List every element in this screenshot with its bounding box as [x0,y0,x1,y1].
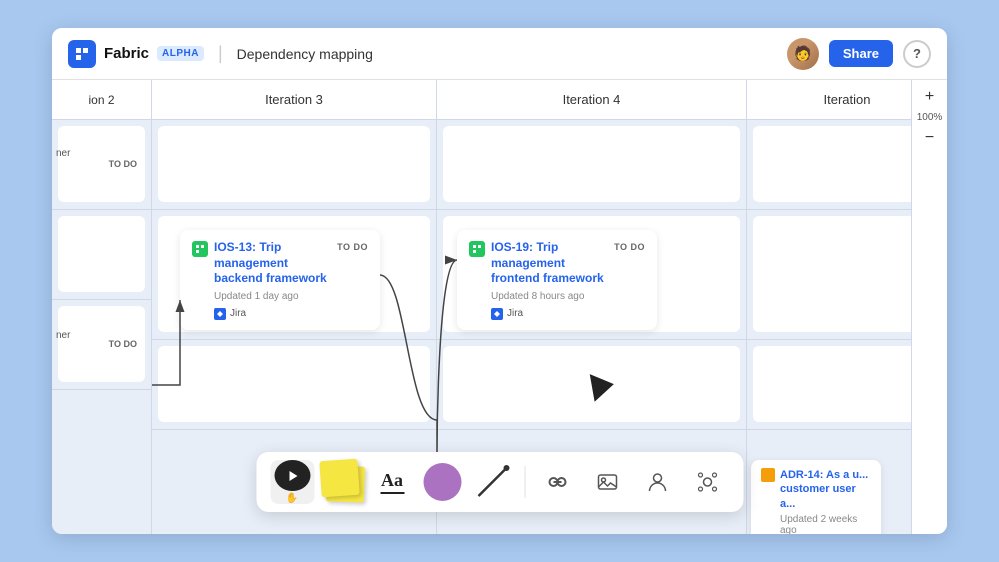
sticky-note-stack [320,460,364,504]
text-underline [380,492,404,494]
text-aa-label: Aa [381,470,403,491]
text-tool[interactable]: Aa [370,460,414,504]
navbar-left: Fabric ALPHA | Dependency mapping [68,40,787,68]
link-icon [546,471,568,493]
iter3-row3 [152,340,436,430]
iter2-body: TO DO TO DO ner ner [52,120,151,534]
canvas: ion 2 TO DO TO DO [52,80,947,534]
iter2-row1: TO DO [52,120,151,210]
toolbar: ✋ Aa [256,452,743,512]
avatar-image: 🧑 [787,38,819,70]
ios13-card-title: IOS-13: Trip management backend framewor… [214,240,331,287]
iter2-row-label1: ner [56,148,70,159]
iter2-badge1: TO DO [109,159,137,169]
more-icon [696,471,718,493]
iter3-cell3 [158,346,430,422]
iter2-badge2: TO DO [109,339,137,349]
ios19-card-badge: TO DO [614,242,645,252]
navbar-right: 🧑 Share ? [787,38,931,70]
iter2-cell2 [58,216,145,292]
iter2-cell3: TO DO [58,306,145,382]
jira-icon-ios19 [491,308,503,320]
sticky-note-tool[interactable] [320,460,364,504]
ios13-jira-label: Jira [230,308,246,319]
shape-tool[interactable] [420,460,464,504]
ios19-card-icon [469,241,485,257]
line-shape-icon [472,462,512,502]
jira-icon-ios13 [214,308,226,320]
iter4-cell1 [443,126,740,202]
iteration-col-2: ion 2 TO DO TO DO [52,80,152,534]
iter2-cell1: TO DO [58,126,145,202]
ios19-card-jira: Jira [491,308,645,320]
col-header-iter2: ion 2 [52,80,151,120]
col-header-iter3: Iteration 3 [152,80,436,120]
ios19-card-title: IOS-19: Trip management frontend framewo… [491,240,608,287]
adr14-card[interactable]: ADR-14: As a u... customer user a... Upd… [751,460,881,534]
ios19-card-header: IOS-19: Trip management frontend framewo… [469,240,645,287]
circle-shape-icon [423,463,461,501]
adr14-icon [761,468,775,482]
ios19-card-updated: Updated 8 hours ago [491,291,645,302]
link-tool[interactable] [535,460,579,504]
help-button[interactable]: ? [903,40,931,68]
iter3-label: Iteration 3 [265,92,323,107]
iter5-label: Iteration [824,92,871,107]
ios19-jira-label: Jira [507,308,523,319]
col-header-iter4: Iteration 4 [437,80,746,120]
hand-icon: ✋ [286,493,298,504]
line-tool[interactable] [470,460,514,504]
adr14-card-header: ADR-14: As a u... customer user a... [761,468,871,511]
zoom-minus-button[interactable]: − [925,129,934,147]
iter4-row1 [437,120,746,210]
navbar: Fabric ALPHA | Dependency mapping 🧑 Shar… [52,28,947,80]
person-tool[interactable] [635,460,679,504]
image-icon [596,471,618,493]
play-btn-circle [274,460,310,491]
zoom-plus-button[interactable]: + [925,88,934,106]
logo-icon [68,40,96,68]
right-panel: + 100% − [911,80,947,534]
ios13-card-header: IOS-13: Trip management backend framewor… [192,240,368,287]
nav-separator: | [218,43,223,64]
text-tool-icon: Aa [380,470,404,494]
adr14-title: ADR-14: As a u... customer user a... [780,468,871,511]
avatar: 🧑 [787,38,819,70]
toolbar-divider [524,466,525,498]
sticky-note-front [319,459,359,498]
alpha-badge: ALPHA [157,46,204,61]
person-icon [646,471,668,493]
ios13-card[interactable]: IOS-13: Trip management backend framewor… [180,230,380,330]
ios13-card-badge: TO DO [337,242,368,252]
play-tool[interactable]: ✋ [270,460,314,504]
iter3-row1 [152,120,436,210]
adr14-updated: Updated 2 weeks ago [780,514,871,534]
more-tool[interactable] [685,460,729,504]
iter2-row2 [52,210,151,300]
image-tool[interactable] [585,460,629,504]
iter4-label: Iteration 4 [563,92,621,107]
zoom-percent: 100% [917,112,943,123]
main-window: Fabric ALPHA | Dependency mapping 🧑 Shar… [52,28,947,534]
ios13-card-icon [192,241,208,257]
iter2-row-label2: ner [56,330,70,341]
brand-name: Fabric [104,45,149,62]
ios13-card-updated: Updated 1 day ago [214,291,368,302]
cursor-arrow [590,370,617,401]
iter2-label: ion 2 [88,93,114,107]
share-button[interactable]: Share [829,40,893,67]
iter3-cell1 [158,126,430,202]
ios19-card[interactable]: IOS-19: Trip management frontend framewo… [457,230,657,330]
iter2-row3: TO DO [52,300,151,390]
iteration-col-5: Iteration AD [747,80,947,534]
ios13-card-jira: Jira [214,308,368,320]
doc-title: Dependency mapping [237,46,373,62]
